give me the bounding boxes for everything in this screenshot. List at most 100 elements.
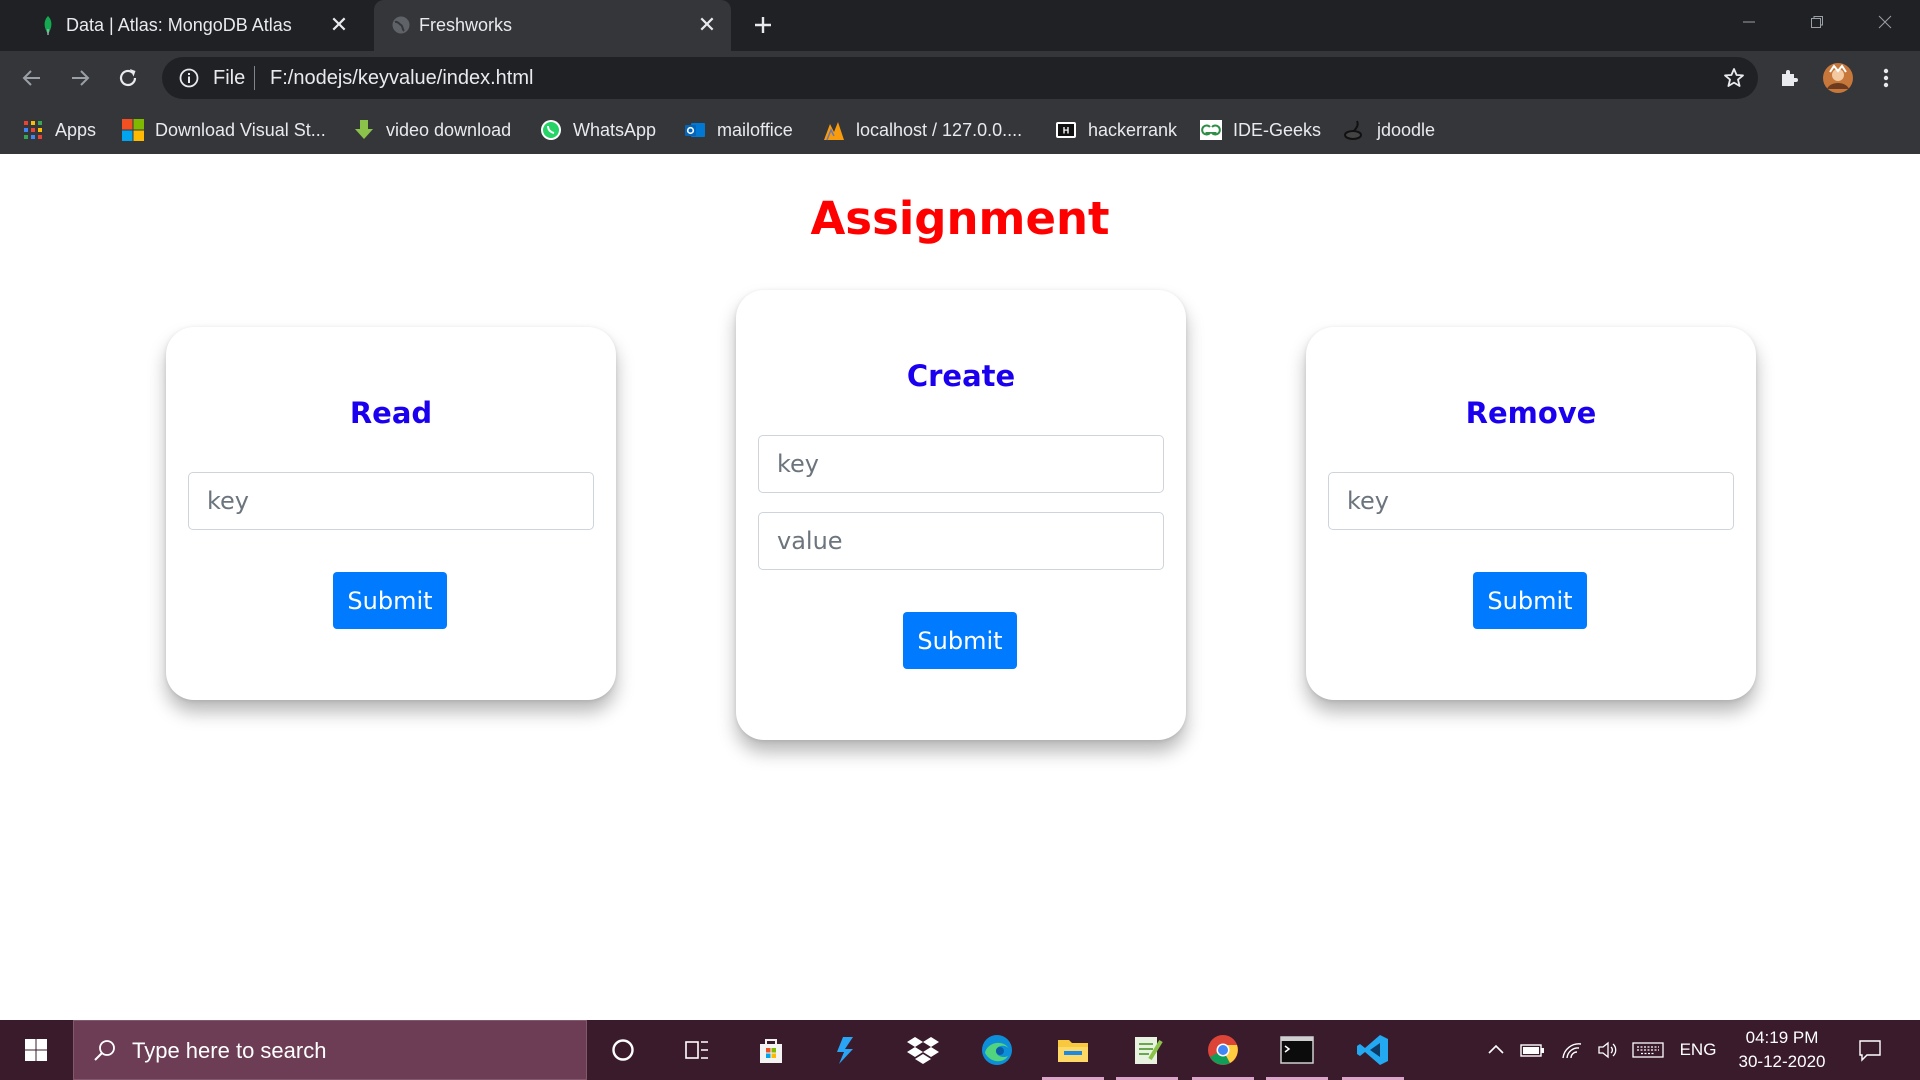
search-icon [94, 1040, 115, 1061]
tab-title: Freshworks [419, 15, 513, 35]
geeksforgeeks-icon [1200, 120, 1222, 140]
speaker-icon [1598, 1041, 1617, 1059]
taskbar-azure-data-studio[interactable] [812, 1020, 882, 1080]
bookmark-hackerrank[interactable]: H hackerrank [1054, 116, 1177, 144]
create-submit-button[interactable]: Submit [903, 612, 1017, 669]
taskbar-chrome[interactable] [1188, 1020, 1258, 1080]
wifi-icon [1562, 1043, 1582, 1059]
bookmark-apps[interactable]: Apps [21, 116, 96, 144]
cortana-icon [612, 1039, 634, 1061]
language-indicator[interactable]: ENG [1674, 1020, 1722, 1080]
show-hidden-icons-button[interactable] [1482, 1020, 1510, 1080]
battery-icon [1520, 1044, 1544, 1057]
bookmark-jdoodle[interactable]: jdoodle [1343, 116, 1435, 144]
notepad-plus-icon [1135, 1037, 1163, 1064]
minimize-button[interactable] [1714, 0, 1784, 44]
read-submit-button[interactable]: Submit [333, 572, 447, 629]
reload-button[interactable] [110, 60, 146, 96]
hackerrank-icon: H [1056, 122, 1076, 138]
close-window-button[interactable] [1850, 0, 1920, 44]
profile-avatar[interactable] [1822, 62, 1854, 94]
chrome-icon [1208, 1035, 1238, 1065]
dropbox-icon [907, 1037, 939, 1064]
touch-keyboard-tray[interactable] [1628, 1020, 1668, 1080]
outlook-icon [685, 123, 705, 137]
close-tab-icon[interactable]: ✕ [325, 11, 353, 39]
network-tray[interactable] [1556, 1020, 1588, 1080]
address-url[interactable]: F:/nodejs/keyvalue/index.html [270, 67, 533, 90]
task-view-icon [685, 1041, 708, 1059]
taskbar-edge[interactable] [962, 1020, 1032, 1080]
windows-taskbar: Type here to search ENG 04:19 PM 30-12-2… [0, 1020, 1920, 1080]
clock-date: 30-12-2020 [1738, 1052, 1826, 1071]
puzzle-icon [1782, 70, 1798, 86]
close-tab-icon[interactable]: ✕ [693, 11, 721, 39]
create-key-input[interactable] [758, 435, 1164, 493]
bookmark-mailoffice[interactable]: mailoffice [683, 116, 793, 144]
file-explorer-icon [1058, 1040, 1088, 1062]
notification-icon [1859, 1040, 1881, 1062]
start-button[interactable] [0, 1020, 72, 1080]
search-placeholder: Type here to search [132, 1038, 327, 1063]
restore-button[interactable] [1782, 0, 1852, 44]
bookmark-star-icon[interactable] [1722, 66, 1746, 90]
bookmark-ide-geeks[interactable]: IDE-Geeks [1199, 116, 1321, 144]
bookmark-label: video download [386, 119, 512, 140]
kebab-menu-icon [1883, 68, 1889, 88]
bookmark-localhost[interactable]: localhost / 127.0.0.... [822, 116, 1022, 144]
back-button[interactable] [14, 60, 50, 96]
taskbar-terminal[interactable] [1262, 1020, 1332, 1080]
read-key-input[interactable] [188, 472, 594, 530]
forward-button[interactable] [62, 60, 98, 96]
svg-text:H: H [1063, 126, 1070, 136]
tab-title: Data | Atlas: MongoDB Atlas [66, 15, 292, 35]
remove-card-title: Remove [1465, 396, 1597, 430]
arrow-right-icon [72, 70, 90, 86]
taskbar-vscode[interactable] [1338, 1020, 1408, 1080]
restore-icon [1811, 16, 1823, 28]
taskbar-dropbox[interactable] [888, 1020, 958, 1080]
tab-mongodb-atlas[interactable]: Data | Atlas: MongoDB Atlas ✕ [21, 0, 363, 51]
create-card-title: Create [906, 359, 1016, 393]
browser-tab-bar: Data | Atlas: MongoDB Atlas ✕ Freshworks… [0, 0, 1920, 51]
bookmark-whatsapp[interactable]: WhatsApp [539, 116, 656, 144]
system-clock[interactable]: 04:19 PM 30-12-2020 [1722, 1026, 1842, 1074]
extensions-button[interactable] [1774, 62, 1806, 94]
action-center-button[interactable] [1850, 1020, 1890, 1080]
close-icon [1878, 15, 1892, 29]
taskbar-notepad-plus[interactable] [1112, 1020, 1182, 1080]
edge-icon [982, 1035, 1012, 1065]
taskbar-cortana[interactable] [588, 1020, 658, 1080]
plus-icon [755, 17, 771, 33]
create-card: Create Submit [736, 290, 1186, 740]
keyboard-icon [1632, 1042, 1664, 1058]
chrome-menu-button[interactable] [1870, 62, 1902, 94]
remove-submit-button[interactable]: Submit [1473, 572, 1587, 629]
bookmark-download-visual-studio[interactable]: Download Visual St... [121, 116, 326, 144]
remove-key-input[interactable] [1328, 472, 1734, 530]
new-tab-button[interactable] [746, 8, 780, 42]
terminal-icon [1280, 1036, 1314, 1064]
avatar-icon [1823, 63, 1853, 93]
bookmark-label: hackerrank [1088, 119, 1178, 140]
taskbar-store[interactable] [736, 1020, 806, 1080]
taskbar-search-box[interactable]: Type here to search [73, 1020, 587, 1080]
remove-card: Remove Submit [1306, 327, 1756, 700]
taskbar-file-explorer[interactable] [1038, 1020, 1108, 1080]
bookmark-label: Download Visual St... [155, 119, 326, 140]
address-bar[interactable]: File F:/nodejs/keyvalue/index.html [162, 57, 1758, 99]
windows-logo-icon [122, 119, 144, 141]
battery-tray[interactable] [1516, 1020, 1550, 1080]
bookmark-video-download[interactable]: video download [352, 116, 511, 144]
mongodb-leaf-icon [44, 16, 52, 35]
volume-tray[interactable] [1592, 1020, 1624, 1080]
create-value-input[interactable] [758, 512, 1164, 570]
apps-grid-icon [24, 121, 42, 139]
globe-icon [392, 16, 410, 34]
info-icon[interactable] [178, 67, 200, 89]
tab-freshworks[interactable]: Freshworks ✕ [374, 0, 731, 51]
address-scheme-label: File [213, 67, 246, 89]
browser-toolbar: File F:/nodejs/keyvalue/index.html [0, 51, 1920, 106]
windows-start-icon [25, 1039, 47, 1061]
taskbar-task-view[interactable] [662, 1020, 732, 1080]
